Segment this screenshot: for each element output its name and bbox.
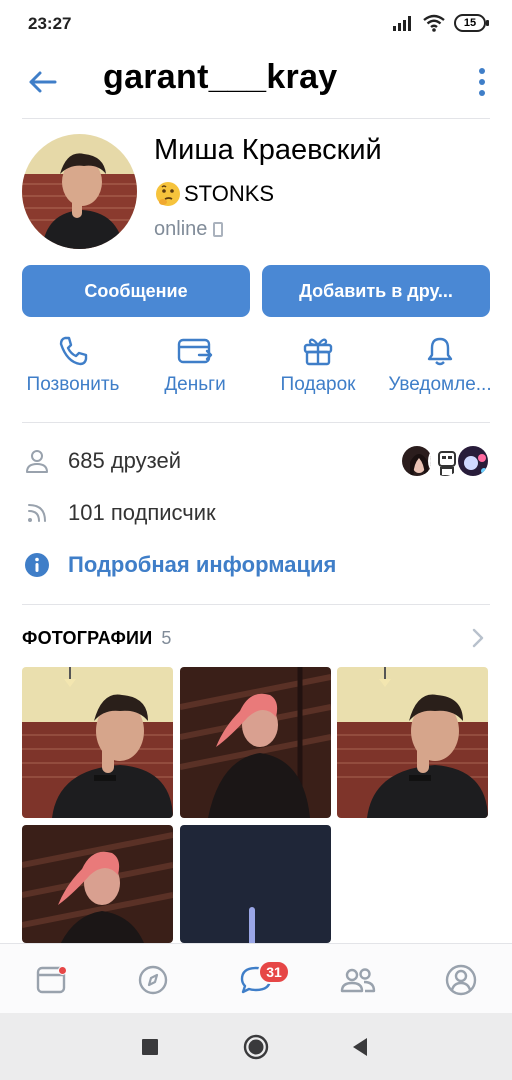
wifi-icon xyxy=(423,14,445,32)
call-label: Позвонить xyxy=(26,374,120,395)
more-dot xyxy=(479,90,485,96)
tab-friends[interactable] xyxy=(336,958,380,1002)
more-dot xyxy=(479,79,485,85)
followers-count: 101 подписчик xyxy=(68,500,216,525)
arrow-left-icon xyxy=(29,71,57,93)
compass-icon xyxy=(138,965,168,995)
profile-actions: Позвонить Деньги Подарок Уведомле... xyxy=(0,335,512,410)
back-button[interactable] xyxy=(24,64,60,100)
square-icon xyxy=(142,1039,158,1055)
triangle-back-icon xyxy=(353,1038,367,1056)
page-title: garant___kray xyxy=(103,58,338,96)
details-link: Подробная информация xyxy=(68,552,337,577)
photo-thumbnail[interactable] xyxy=(180,667,331,818)
chevron-right-icon xyxy=(472,628,484,648)
followers-row[interactable]: 101 подписчик xyxy=(22,496,490,530)
bottom-tab-bar: 31 xyxy=(0,943,512,1013)
bell-icon xyxy=(427,337,453,366)
notifications-action[interactable]: Уведомле... xyxy=(380,335,500,396)
friend-avatar xyxy=(456,444,490,478)
thinking-face-icon xyxy=(156,182,180,206)
users-icon xyxy=(340,968,376,993)
details-row[interactable]: Подробная информация xyxy=(22,548,490,582)
status-bar: 23:27 15 xyxy=(0,0,512,50)
divider xyxy=(22,604,490,605)
photo-girl xyxy=(22,825,173,943)
call-action[interactable]: Позвонить xyxy=(13,335,133,396)
online-text: online xyxy=(154,218,208,240)
profile-status: STONKS xyxy=(154,180,274,208)
profile-header: garant___kray xyxy=(0,50,512,118)
photo-thumbnail[interactable] xyxy=(22,667,173,818)
signal-icon xyxy=(393,16,411,31)
add-friend-button[interactable]: Добавить в дру... xyxy=(262,265,490,317)
battery-indicator: 15 xyxy=(454,14,489,32)
status-text: STONKS xyxy=(184,181,275,206)
photo-thumbnail[interactable] xyxy=(180,825,331,943)
notification-dot xyxy=(58,966,67,975)
photos-count: 5 xyxy=(161,627,172,648)
profile-icon xyxy=(445,964,477,996)
recents-button[interactable] xyxy=(136,1033,164,1061)
tab-discover[interactable] xyxy=(131,958,175,1002)
photo-dark xyxy=(180,825,331,943)
profile-avatar[interactable] xyxy=(22,134,137,249)
divider xyxy=(22,118,490,119)
friends-count: 685 друзей xyxy=(68,448,182,473)
gift-icon xyxy=(303,338,333,366)
home-button[interactable] xyxy=(242,1033,270,1061)
system-nav-bar xyxy=(0,1013,512,1080)
divider xyxy=(22,422,490,423)
friend-avatars xyxy=(400,444,490,478)
more-menu-button[interactable] xyxy=(474,64,490,100)
friends-row[interactable]: 685 друзей xyxy=(22,444,490,478)
status-icons: 15 xyxy=(392,14,489,32)
photo-boy xyxy=(337,667,488,818)
system-back-button[interactable] xyxy=(346,1033,374,1061)
messages-badge: 31 xyxy=(258,960,290,984)
message-button[interactable]: Сообщение xyxy=(22,265,250,317)
user-icon xyxy=(22,446,52,476)
gift-action[interactable]: Подарок xyxy=(258,335,378,396)
status-time: 23:27 xyxy=(28,14,72,33)
gift-label: Подарок xyxy=(280,374,356,395)
mobile-device-icon xyxy=(213,222,224,237)
photos-header[interactable]: ФОТОГРАФИИ 5 xyxy=(22,624,490,652)
tab-profile[interactable] xyxy=(439,958,483,1002)
tab-messages[interactable]: 31 xyxy=(234,958,290,1002)
photo-thumbnail[interactable] xyxy=(337,667,488,818)
more-dots-icon xyxy=(479,68,485,74)
photo-girl xyxy=(180,667,331,818)
phone-icon xyxy=(59,336,88,366)
circle-icon xyxy=(243,1034,269,1060)
money-icon xyxy=(177,338,213,364)
money-action[interactable]: Деньги xyxy=(135,335,255,396)
photos-title: ФОТОГРАФИИ xyxy=(22,627,153,648)
online-indicator: online xyxy=(154,218,224,241)
photo-boy xyxy=(22,667,173,818)
rss-icon xyxy=(22,498,52,528)
info-icon xyxy=(22,550,52,580)
notifications-label: Уведомле... xyxy=(388,374,492,395)
avatar-photo xyxy=(22,134,137,249)
profile-name: Миша Краевский xyxy=(154,134,382,166)
photo-thumbnail[interactable] xyxy=(22,825,173,943)
money-label: Деньги xyxy=(164,374,226,395)
tab-news[interactable] xyxy=(29,958,73,1002)
battery-level: 15 xyxy=(463,17,477,29)
